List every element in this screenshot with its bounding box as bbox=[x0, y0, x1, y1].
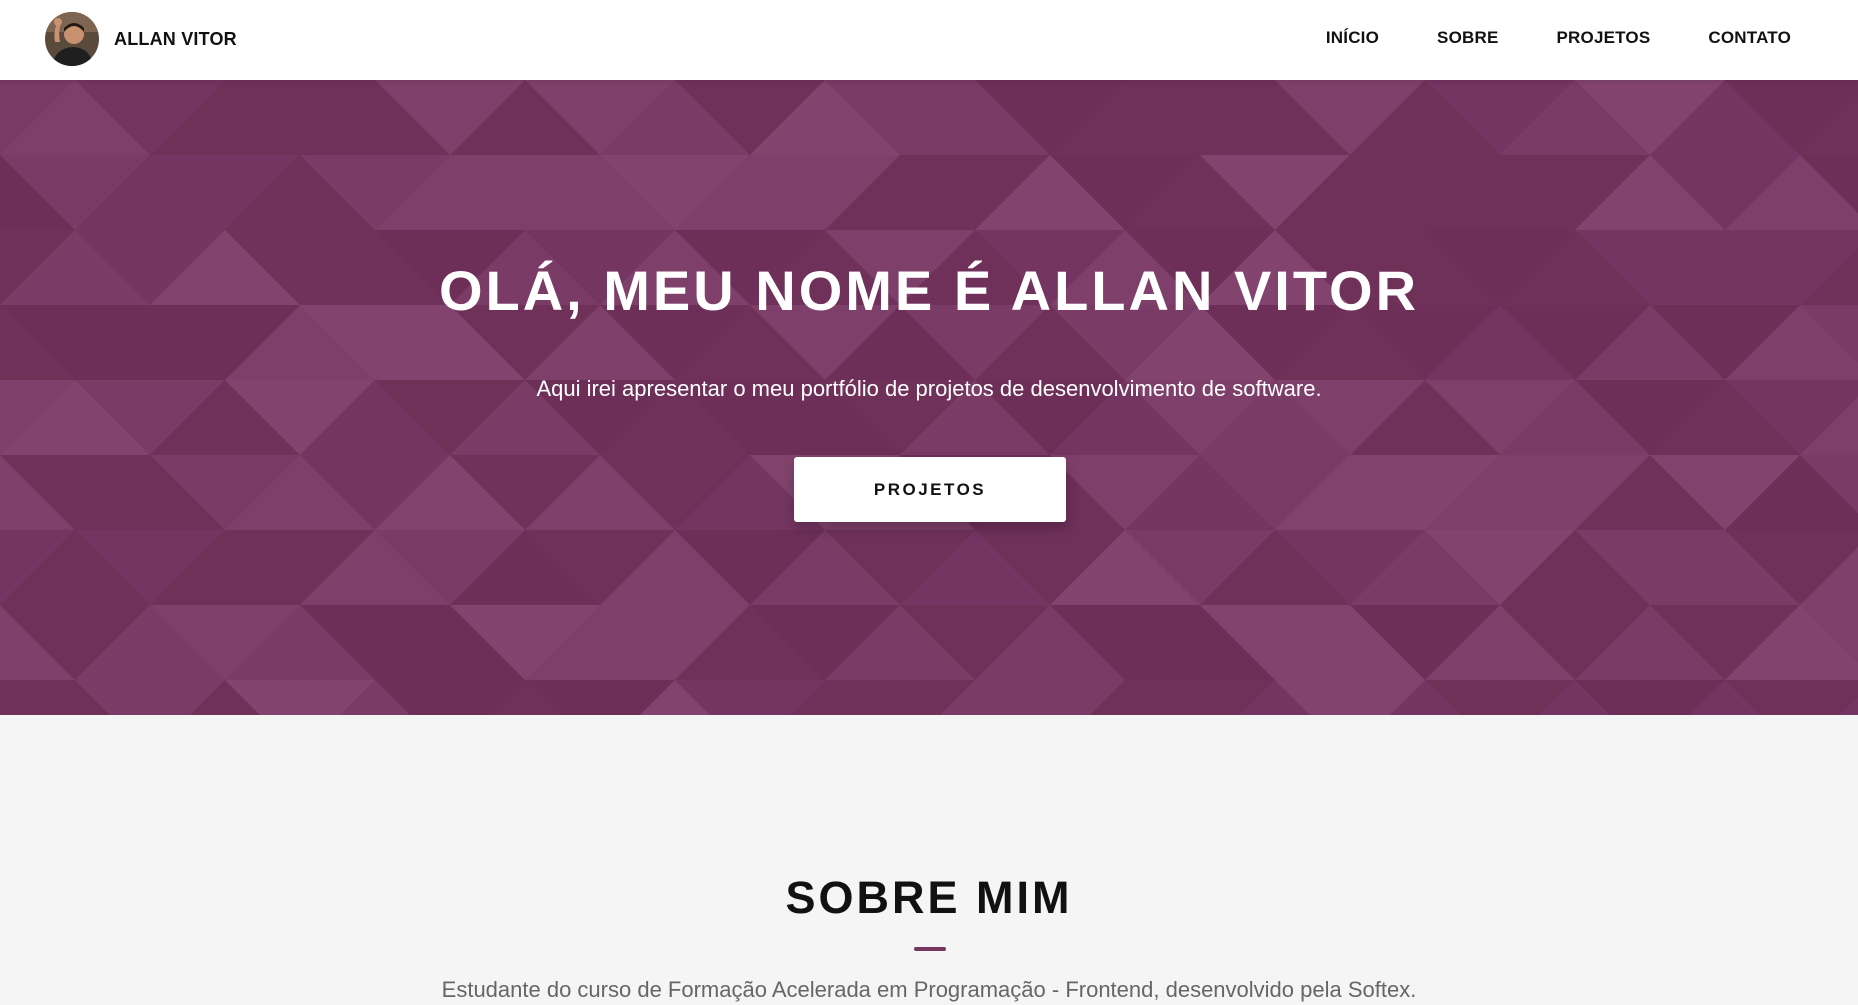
about-text: Estudante do curso de Formação Acelerada… bbox=[441, 977, 1417, 1002]
hero-content: OLÁ, MEU NOME É ALLAN VITOR Aqui irei ap… bbox=[0, 80, 1858, 715]
main-nav: INÍCIO SOBRE PROJETOS CONTATO bbox=[1268, 0, 1791, 76]
brand-link[interactable]: ALLAN VITOR bbox=[45, 12, 237, 66]
nav-link-projetos[interactable]: PROJETOS bbox=[1557, 28, 1651, 48]
projects-button[interactable]: PROJETOS bbox=[794, 457, 1066, 522]
hero-subtitle: Aqui irei apresentar o meu portfólio de … bbox=[536, 376, 1322, 401]
nav-link-sobre[interactable]: SOBRE bbox=[1437, 28, 1498, 48]
hero-title: OLÁ, MEU NOME É ALLAN VITOR bbox=[438, 259, 1420, 322]
site-header: ALLAN VITOR INÍCIO SOBRE PROJETOS CONTAT… bbox=[0, 0, 1858, 80]
profile-photo-icon bbox=[45, 12, 99, 66]
about-title: SOBRE MIM bbox=[785, 872, 1073, 923]
nav-link-inicio[interactable]: INÍCIO bbox=[1326, 28, 1379, 48]
brand-name: ALLAN VITOR bbox=[114, 28, 237, 49]
nav-link-contato[interactable]: CONTATO bbox=[1708, 28, 1791, 48]
avatar bbox=[45, 12, 99, 66]
hero-section: OLÁ, MEU NOME É ALLAN VITOR Aqui irei ap… bbox=[0, 80, 1858, 715]
section-divider bbox=[914, 947, 946, 951]
about-section: SOBRE MIM Estudante do curso de Formação… bbox=[0, 715, 1858, 1005]
